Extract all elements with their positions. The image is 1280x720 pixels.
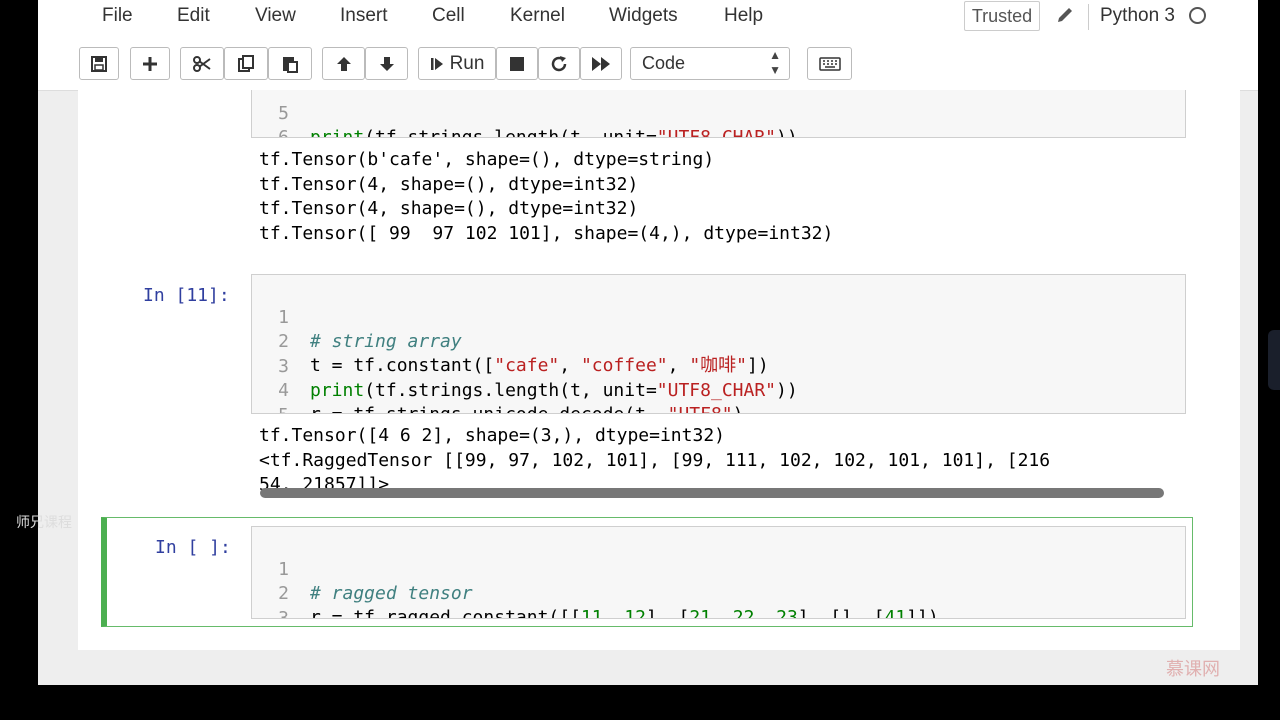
- restart-run-all-button[interactable]: [580, 47, 622, 80]
- menu-view[interactable]: View: [255, 5, 296, 27]
- select-arrows-icon: ▲ ▼: [769, 48, 781, 77]
- notebook-container: 5 print(tf.strings.length(t, unit="UTF8_…: [78, 90, 1240, 650]
- add-cell-button[interactable]: [130, 47, 170, 80]
- scissors-icon: [193, 55, 211, 72]
- side-panel-tab[interactable]: [1268, 330, 1280, 390]
- trusted-indicator[interactable]: Trusted: [964, 1, 1040, 31]
- menu-cell[interactable]: Cell: [432, 5, 465, 27]
- watermark-right: 慕课网: [1166, 659, 1220, 679]
- code-line: 5 print(tf.strings.length(t, unit="UTF8_…: [278, 103, 798, 138]
- output-horizontal-scrollbar[interactable]: [260, 488, 1164, 498]
- paste-icon: [283, 56, 298, 73]
- command-palette-button[interactable]: [807, 47, 852, 80]
- cell-output-previous: tf.Tensor(b'cafe', shape=(), dtype=strin…: [259, 149, 834, 244]
- stop-icon: [510, 56, 524, 71]
- code-line: 2 t = tf.constant(["cafe", "coffee", "咖啡…: [278, 331, 769, 376]
- menubar-separator: [1088, 4, 1089, 30]
- keyboard-icon: [818, 56, 841, 71]
- pencil-icon[interactable]: [1054, 4, 1076, 26]
- input-prompt: In [ ]:: [155, 537, 231, 558]
- code-line: 4 r = tf.strings.unicode_decode(t, "UTF8…: [278, 380, 743, 413]
- cell-output-11: tf.Tensor([4 6 2], shape=(3,), dtype=int…: [259, 425, 1051, 490]
- arrow-down-icon: [379, 56, 394, 71]
- copy-button[interactable]: [224, 47, 268, 80]
- run-button[interactable]: Run: [418, 47, 496, 80]
- plus-icon: [143, 56, 157, 71]
- refresh-icon: [551, 55, 567, 71]
- fast-forward-icon: [592, 56, 610, 71]
- menu-edit[interactable]: Edit: [177, 5, 210, 27]
- code-line: 3 print(tf.strings.length(t, unit="UTF8_…: [278, 356, 798, 401]
- kernel-status-icon: [1189, 7, 1206, 24]
- restart-button[interactable]: [538, 47, 580, 80]
- code-line: 3 print(): [252, 583, 339, 618]
- step-forward-icon: [430, 57, 443, 70]
- code-line: 1 # string array: [278, 307, 462, 352]
- code-line: 2 r = tf.ragged.constant([[11, 12], [21,…: [278, 583, 939, 619]
- run-label: Run: [449, 52, 485, 74]
- menu-kernel[interactable]: Kernel: [510, 5, 565, 27]
- cell-type-select[interactable]: Code ▲ ▼: [630, 47, 790, 80]
- code-cell-11[interactable]: 1 # string array 2 t = tf.constant(["caf…: [251, 274, 1186, 414]
- save-icon: [91, 55, 107, 72]
- move-down-button[interactable]: [365, 47, 408, 80]
- code-line: 1 # ragged tensor: [278, 559, 473, 604]
- save-button[interactable]: [79, 47, 119, 80]
- arrow-up-icon: [336, 56, 351, 71]
- jupyter-window: File Edit View Insert Cell Kernel Widget…: [38, 0, 1258, 685]
- kernel-name: Python 3: [1100, 5, 1175, 26]
- watermark-left: 师兄课程: [16, 514, 72, 530]
- code-line: 5 print(r): [252, 380, 339, 413]
- code-cell-previous[interactable]: 5 print(tf.strings.length(t, unit="UTF8_…: [251, 90, 1186, 138]
- menubar: File Edit View Insert Cell Kernel Widget…: [38, 0, 1258, 38]
- copy-icon: [238, 54, 254, 72]
- menu-insert[interactable]: Insert: [340, 5, 388, 27]
- move-up-button[interactable]: [322, 47, 365, 80]
- cut-button[interactable]: [180, 47, 224, 80]
- paste-button[interactable]: [268, 47, 312, 80]
- menu-widgets[interactable]: Widgets: [609, 5, 678, 27]
- code-line: 6 print(tf.strings.unicode_decode(t, "UT…: [278, 127, 289, 138]
- menu-help[interactable]: Help: [724, 5, 763, 27]
- menu-file[interactable]: File: [102, 5, 133, 27]
- cell-type-value: Code: [642, 53, 686, 73]
- toolbar: Run Code ▲ ▼: [38, 38, 1258, 91]
- input-prompt: In [11]:: [143, 285, 230, 306]
- interrupt-button[interactable]: [496, 47, 538, 80]
- code-cell-active[interactable]: 1 # ragged tensor 2 r = tf.ragged.consta…: [251, 526, 1186, 619]
